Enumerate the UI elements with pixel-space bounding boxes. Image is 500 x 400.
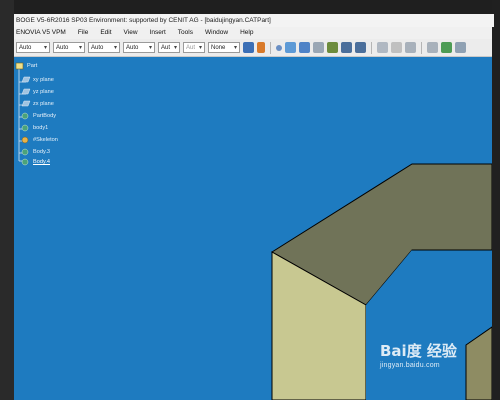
chevron-down-icon: ▾ — [78, 45, 82, 51]
menu-view[interactable]: View — [118, 27, 144, 39]
graphic-properties-toolbar: Auto ▾ Auto ▾ Auto ▾ Auto ▾ Aut ▾ Aut ▾ None ▾ — [14, 39, 492, 57]
point-symbol-value: Aut — [161, 45, 171, 51]
menu-bar: ENOVIA V5 VPM File Edit View Insert Tool… — [14, 27, 492, 39]
render-icon[interactable] — [455, 42, 466, 53]
body-icon — [21, 148, 29, 156]
window-frame-right — [492, 0, 500, 400]
tree-node-body4[interactable]: Body.4 — [21, 158, 50, 166]
painter-icon[interactable] — [243, 42, 254, 53]
chevron-down-icon: ▾ — [148, 45, 152, 51]
body-icon — [21, 158, 29, 166]
tree-node-label: PartBody — [33, 113, 57, 119]
toolbar-separator — [421, 41, 422, 54]
fill-color-combo[interactable]: Auto ▾ — [16, 42, 50, 53]
plane-icon — [21, 88, 31, 95]
tree-node-part[interactable]: Part — [15, 62, 37, 70]
line-thickness-value: Auto — [91, 45, 104, 51]
rotate-icon[interactable] — [285, 42, 296, 53]
chevron-down-icon: ▾ — [113, 45, 117, 51]
chevron-down-icon: ▾ — [198, 45, 202, 51]
layers-icon[interactable] — [441, 42, 452, 53]
tree-node-body3[interactable]: Body.3 — [21, 148, 50, 156]
window-frame-left — [0, 0, 14, 400]
zoom-out-icon[interactable] — [355, 42, 366, 53]
rendering-style-value: Aut — [186, 45, 196, 51]
window-title: BOGE V5-6R2016 SP03 Environment: support… — [16, 17, 271, 24]
line-type-combo[interactable]: Auto ▾ — [123, 42, 155, 53]
line-type-value: Auto — [126, 45, 139, 51]
skeleton-icon — [21, 136, 29, 144]
menu-enovia[interactable]: ENOVIA V5 VPM — [14, 27, 72, 39]
menu-edit[interactable]: Edit — [94, 27, 117, 39]
tree-node-label: Part — [27, 63, 38, 69]
line-thickness-combo[interactable]: Auto ▾ — [88, 42, 120, 53]
tree-node-skeleton[interactable]: #Skeleton — [21, 136, 58, 144]
chevron-down-icon: ▾ — [173, 45, 177, 51]
normal-view-icon[interactable] — [327, 42, 338, 53]
rendering-style-combo[interactable]: Aut ▾ — [183, 42, 205, 53]
tree-node-label: yz plane — [33, 89, 54, 95]
tree-node-body1[interactable]: body1 — [21, 124, 48, 132]
part-icon — [15, 62, 24, 70]
title-bar: BOGE V5-6R2016 SP03 Environment: support… — [14, 14, 494, 27]
tree-node-label: body1 — [33, 125, 49, 131]
fly-icon[interactable] — [299, 42, 310, 53]
tree-node-xy-plane[interactable]: xy plane — [21, 76, 54, 84]
watermark-url: jingyan.baidu.com — [380, 362, 440, 369]
tree-node-label: zx plane — [33, 101, 54, 107]
specification-tree: Part xy plane yz plane zx plane PartBody… — [14, 57, 134, 187]
tree-node-label: xy plane — [33, 77, 54, 83]
chevron-down-icon: ▾ — [233, 45, 237, 51]
zoom-in-icon[interactable] — [341, 42, 352, 53]
plane-icon — [21, 76, 31, 83]
tree-node-label: Body.4 — [33, 159, 50, 165]
body-icon — [21, 112, 29, 120]
menu-help[interactable]: Help — [234, 27, 259, 39]
tree-node-label: #Skeleton — [33, 137, 58, 143]
tree-node-zx-plane[interactable]: zx plane — [21, 100, 54, 108]
tree-node-yz-plane[interactable]: yz plane — [21, 88, 54, 96]
fill-color-value: Auto — [19, 45, 32, 51]
toolbar-separator — [270, 41, 271, 54]
hide-show-icon[interactable] — [391, 42, 402, 53]
tree-node-partbody[interactable]: PartBody — [21, 112, 56, 120]
menu-file[interactable]: File — [72, 27, 94, 39]
point-icon[interactable] — [276, 44, 282, 51]
toolbar-separator — [371, 41, 372, 54]
baidu-jingyan-watermark: Bai度 经验 jingyan.baidu.com — [380, 340, 457, 369]
chevron-down-icon: ▾ — [43, 45, 47, 51]
point-symbol-combo[interactable]: Aut ▾ — [158, 42, 180, 53]
transparency-combo[interactable]: Auto ▾ — [53, 42, 85, 53]
view-box-icon[interactable] — [377, 42, 388, 53]
menu-window[interactable]: Window — [199, 27, 234, 39]
layer-value: None — [211, 45, 226, 51]
swap-space-icon[interactable] — [405, 42, 416, 53]
watermark-brand: Bai度 经验 — [380, 342, 457, 360]
menu-insert[interactable]: Insert — [144, 27, 172, 39]
brush-icon[interactable] — [257, 42, 265, 53]
transparency-value: Auto — [56, 45, 69, 51]
body-icon — [21, 124, 29, 132]
pan-icon[interactable] — [313, 42, 324, 53]
quick-view-icon[interactable] — [427, 42, 438, 53]
layer-combo[interactable]: None ▾ — [208, 42, 240, 53]
tree-node-label: Body.3 — [33, 149, 50, 155]
menu-tools[interactable]: Tools — [172, 27, 199, 39]
plane-icon — [21, 100, 31, 107]
